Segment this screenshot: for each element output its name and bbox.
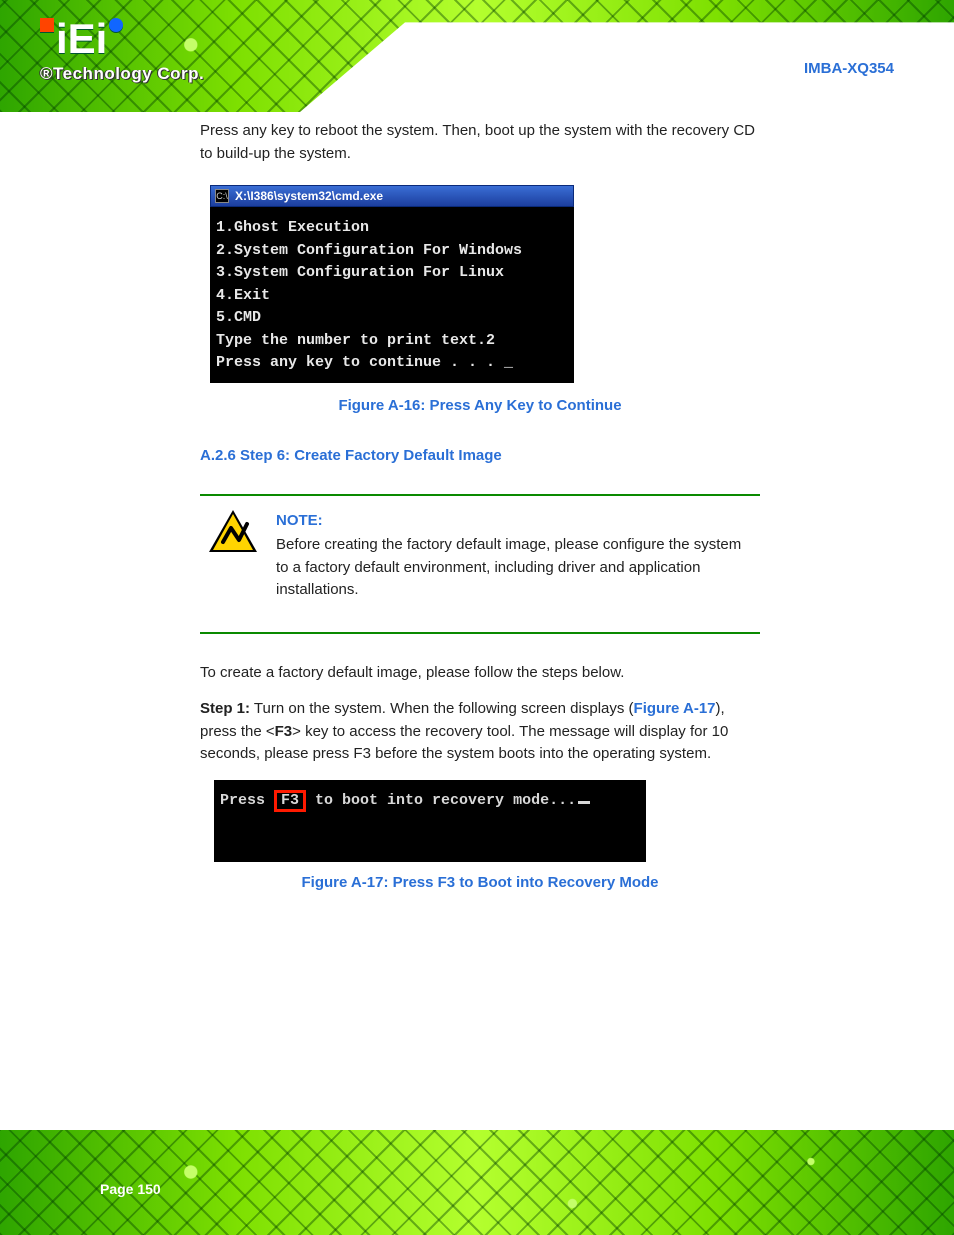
recovery-screenshot: Press F3 to boot into recovery mode... — [214, 780, 646, 863]
instruction-block: To create a factory default image, pleas… — [200, 662, 760, 766]
page-number: Page 150 — [100, 1181, 161, 1197]
recov-pre: Press — [220, 792, 274, 809]
note-icon — [208, 510, 258, 552]
cmd-title: X:\I386\system32\cmd.exe — [235, 187, 383, 205]
page-content: Press any key to reboot the system. Then… — [0, 120, 954, 923]
intro-line: Press any key to reboot the system. Then… — [200, 120, 894, 143]
figure-caption-1: Figure A-16: Press Any Key to Continue — [200, 395, 760, 418]
logo-text: iEi — [56, 18, 107, 60]
section-heading: A.2.6 Step 6: Create Factory Default Ima… — [200, 445, 894, 468]
figure-caption-2: Figure A-17: Press F3 to Boot into Recov… — [200, 872, 760, 895]
cmd-line-7: Press any key to continue . . . _ — [216, 354, 513, 371]
note-box: NOTE: Before creating the factory defaul… — [200, 494, 760, 634]
figure-ref: Figure A-17 — [634, 700, 716, 717]
brand-logo: iEi ®Technology Corp. — [40, 18, 204, 84]
cmd-window: C:\ X:\I386\system32\cmd.exe 1.Ghost Exe… — [210, 185, 574, 383]
cmd-icon: C:\ — [215, 189, 229, 203]
logo-dot-blue — [109, 18, 123, 32]
logo-glyph: iEi — [40, 18, 123, 60]
cmd-titlebar: C:\ X:\I386\system32\cmd.exe — [210, 185, 574, 207]
step-key: F3 — [275, 723, 293, 740]
cmd-body: 1.Ghost Execution 2.System Configuration… — [210, 207, 574, 383]
cmd-line-1: 1.Ghost Execution — [216, 219, 369, 236]
logo-tagline: ®Technology Corp. — [40, 64, 204, 84]
note-body: Before creating the factory default imag… — [276, 536, 741, 598]
step-body-a: Turn on the system. When the following s… — [254, 700, 634, 717]
recov-key-highlight: F3 — [274, 790, 306, 813]
note-text: NOTE: Before creating the factory defaul… — [276, 510, 752, 602]
cursor-icon — [578, 801, 590, 804]
product-name: IMBA-XQ354 — [804, 60, 894, 77]
note-label: NOTE: — [276, 510, 752, 533]
instruction-prefix: To create a factory default image, pleas… — [200, 662, 760, 685]
cmd-line-4: 4.Exit — [216, 287, 270, 304]
intro-line-2: to build-up the system. — [200, 143, 894, 166]
cmd-line-5: 5.CMD — [216, 309, 261, 326]
step-tag: Step 1: — [200, 700, 250, 717]
recov-post: to boot into recovery mode... — [306, 792, 576, 809]
cmd-line-2: 2.System Configuration For Windows — [216, 242, 522, 259]
logo-square-red — [40, 18, 54, 32]
cmd-line-6: Type the number to print text.2 — [216, 332, 495, 349]
cmd-line-3: 3.System Configuration For Linux — [216, 264, 504, 281]
